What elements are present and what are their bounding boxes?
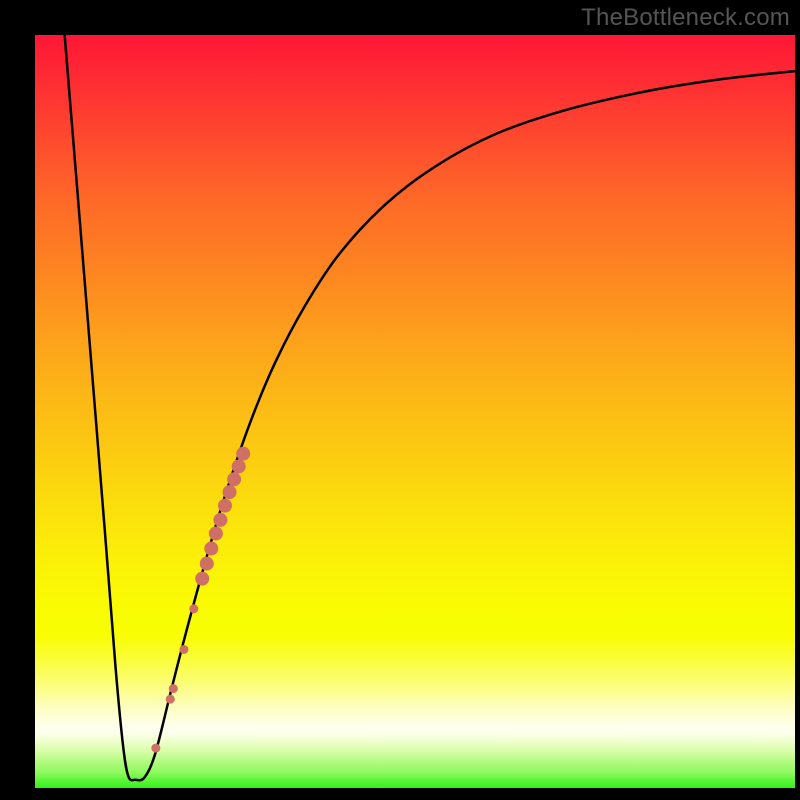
data-marker (209, 526, 223, 540)
data-marker (204, 542, 218, 556)
data-marker (166, 695, 175, 704)
data-marker (213, 513, 227, 527)
data-marker (232, 459, 246, 473)
data-marker (218, 499, 232, 513)
data-marker (195, 572, 209, 586)
chart-frame: TheBottleneck.com (0, 0, 800, 800)
data-marker (189, 604, 198, 613)
data-marker (227, 472, 241, 486)
data-markers (35, 35, 795, 788)
data-marker (151, 744, 160, 753)
data-marker (223, 485, 237, 499)
plot-area (35, 35, 795, 788)
data-marker (200, 557, 214, 571)
data-marker (236, 447, 250, 461)
watermark-text: TheBottleneck.com (581, 4, 790, 32)
data-marker (179, 645, 188, 654)
data-marker (169, 684, 178, 693)
